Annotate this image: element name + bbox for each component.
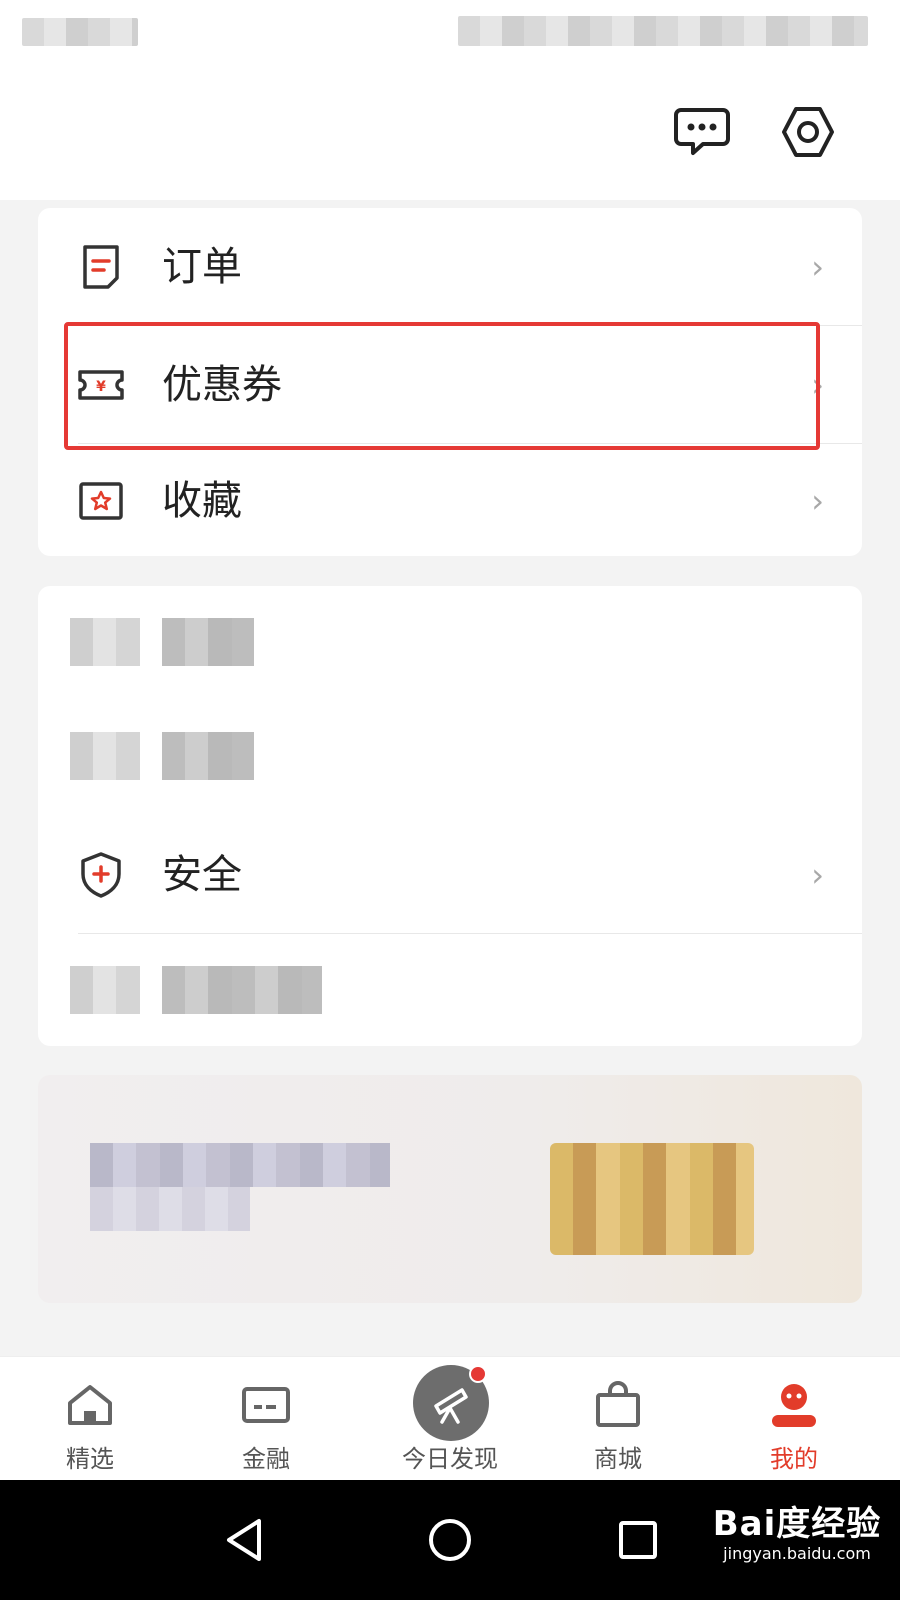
blurred-icon [70, 618, 140, 666]
menu-item-coupons[interactable]: ¥ 优惠券 › [38, 326, 862, 444]
chevron-right-icon: › [811, 366, 824, 404]
watermark-url: jingyan.baidu.com [723, 1544, 871, 1563]
shopping-bag-icon [596, 1381, 640, 1427]
tab-featured[interactable]: 精选 [0, 1357, 180, 1481]
profile-icon [772, 1384, 816, 1427]
order-document-icon [83, 245, 119, 289]
favorite-star-icon [79, 482, 123, 520]
tab-label: 商城 [594, 1445, 642, 1473]
message-button[interactable] [670, 100, 734, 164]
chevron-right-icon: › [811, 856, 824, 894]
menu-item-label: 收藏 [162, 478, 242, 524]
tab-label: 我的 [770, 1445, 818, 1473]
blurred-label [162, 966, 322, 1014]
tab-label: 金融 [242, 1445, 290, 1473]
banner-subtitle-blurred [90, 1187, 250, 1231]
menu-item-favorites[interactable]: 收藏 › [38, 442, 862, 560]
tab-mine[interactable]: 我的 [704, 1357, 884, 1481]
blurred-icon [70, 966, 140, 1014]
blurred-icon [70, 732, 140, 780]
menu-item-security[interactable]: 安全 › [38, 816, 862, 934]
menu-card-primary: 订单 › ¥ 优惠券 › 收藏 › [38, 208, 862, 556]
menu-item-blurred[interactable] [38, 586, 862, 704]
banner-image-blurred [550, 1143, 754, 1255]
shield-plus-icon [81, 852, 121, 898]
recents-button[interactable] [604, 1506, 672, 1574]
tab-finance[interactable]: 金融 [176, 1357, 356, 1481]
coupon-ticket-icon: ¥ [78, 370, 124, 400]
tab-mall[interactable]: 商城 [528, 1357, 708, 1481]
back-button[interactable] [212, 1506, 280, 1574]
bottom-tab-bar: 精选 金融 今日发现 商城 我的 [0, 1356, 900, 1481]
circle-home-icon [429, 1519, 471, 1561]
promo-banner[interactable] [38, 1075, 862, 1303]
menu-item-blurred[interactable] [38, 934, 862, 1052]
home-icon [68, 1385, 112, 1425]
menu-item-label: 订单 [162, 244, 242, 290]
notification-badge [469, 1365, 487, 1383]
settings-button[interactable] [776, 100, 840, 164]
blurred-label [162, 732, 254, 780]
banner-title-blurred [90, 1143, 390, 1187]
telescope-icon [434, 1388, 468, 1424]
menu-item-orders[interactable]: 订单 › [38, 208, 862, 326]
card-icon [242, 1387, 290, 1423]
menu-item-blurred[interactable] [38, 700, 862, 818]
square-recents-icon [619, 1521, 657, 1559]
status-bar-left-blurred [22, 18, 138, 46]
chevron-right-icon: › [811, 482, 824, 520]
menu-card-secondary: 安全 › [38, 586, 862, 1046]
header [0, 0, 900, 200]
tab-label: 今日发现 [402, 1445, 498, 1473]
baidu-jingyan-watermark: Bai度经验 jingyan.baidu.com [712, 1504, 882, 1564]
watermark-brand: Bai度经验 [712, 1504, 882, 1544]
chat-bubble-icon [674, 108, 730, 155]
status-bar-right-blurred [458, 16, 868, 46]
menu-item-label: 优惠券 [162, 362, 282, 408]
tab-label: 精选 [66, 1445, 114, 1473]
coupon-currency-symbol: ¥ [96, 379, 106, 395]
triangle-back-icon [227, 1519, 261, 1561]
blurred-label [162, 618, 254, 666]
hexagon-gear-icon [782, 107, 834, 157]
home-button[interactable] [416, 1506, 484, 1574]
menu-item-label: 安全 [162, 852, 242, 898]
chevron-right-icon: › [811, 248, 824, 286]
